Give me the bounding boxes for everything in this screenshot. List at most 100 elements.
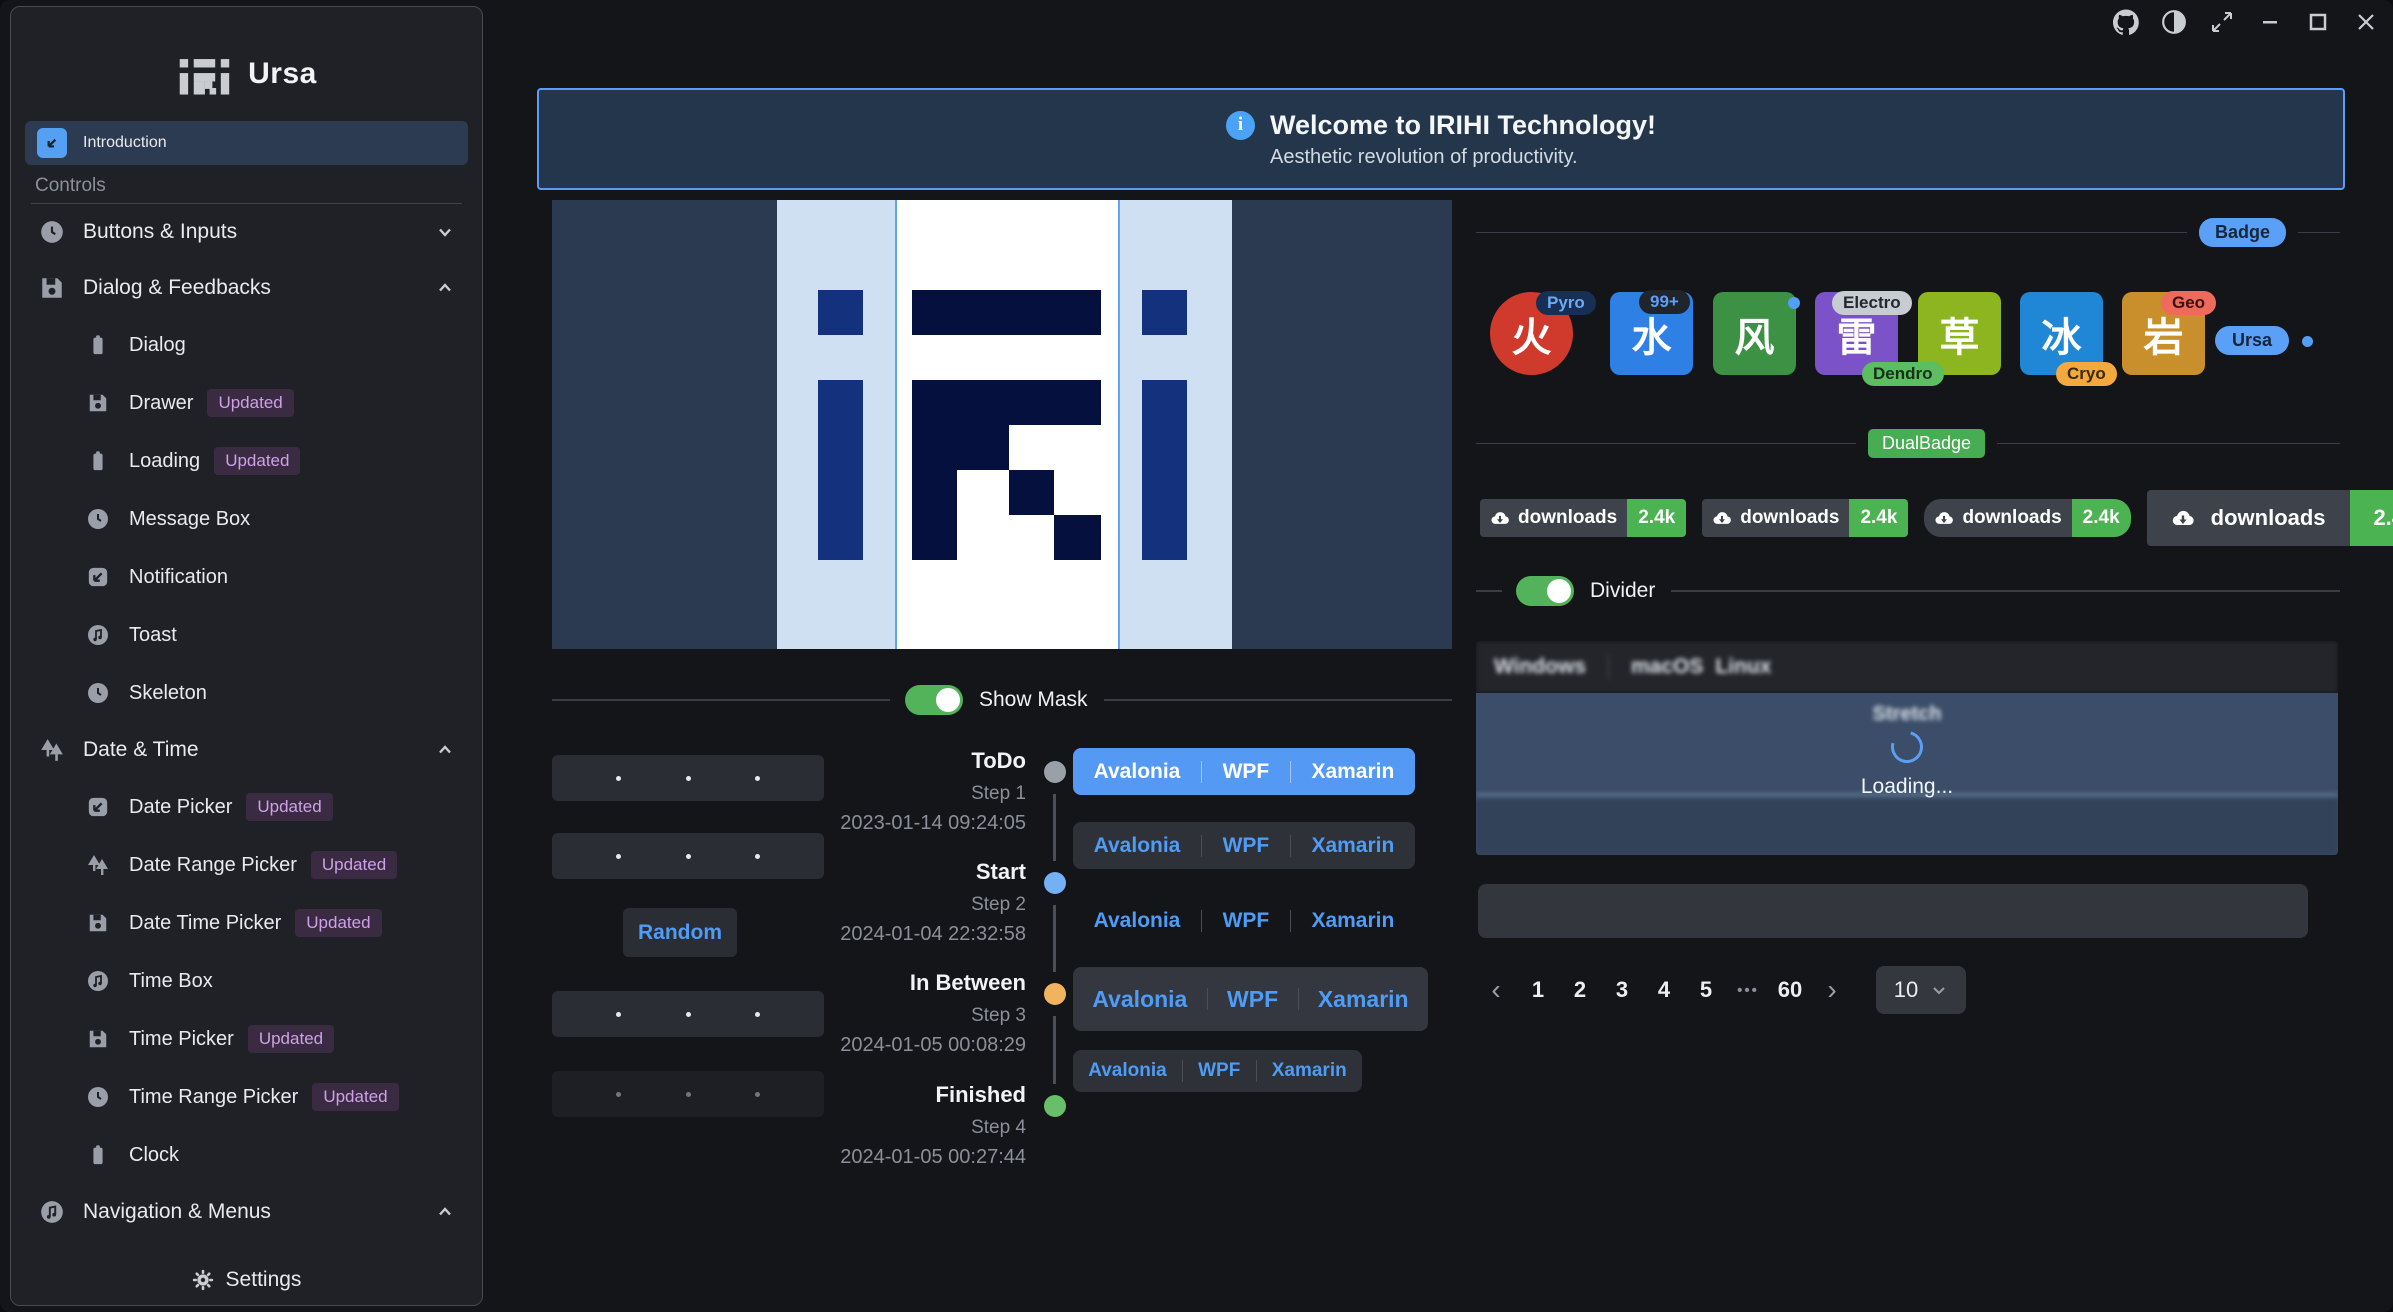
downloads-badge: downloads 2.4k [1480, 499, 1686, 537]
random-button[interactable]: Random [623, 908, 737, 957]
downloads-value: 2.4k [1627, 499, 1686, 537]
avalonia-button[interactable]: Avalonia [1092, 986, 1187, 1013]
time-picker-input[interactable] [552, 833, 824, 879]
loading-label: Loading... [1861, 775, 1953, 799]
time-picker-input[interactable] [552, 991, 824, 1037]
sidebar-item-time-picker[interactable]: Time Picker Updated [25, 1010, 468, 1068]
page-button-4[interactable]: 4 [1648, 977, 1680, 1003]
empty-input-box[interactable] [1478, 884, 2308, 938]
sidebar-item-toast[interactable]: Toast [25, 606, 468, 664]
overflow-count-badge: 99+ [1639, 290, 1690, 314]
page-button-1[interactable]: 1 [1522, 977, 1554, 1003]
time-picker-input[interactable] [552, 755, 824, 801]
settings-button[interactable]: Settings [11, 1255, 482, 1305]
avalonia-button[interactable]: Avalonia [1094, 909, 1181, 933]
sidebar-nav: Introduction Controls Buttons & Inputs [11, 121, 482, 1298]
show-mask-toggle[interactable] [905, 685, 963, 715]
arrow-square-icon [37, 128, 67, 158]
timeline-time: 2024-01-04 22:32:58 [836, 923, 1026, 946]
updated-badge: Updated [207, 389, 293, 417]
sidebar-group-navigation-menus[interactable]: Navigation & Menus [25, 1184, 468, 1240]
hero-separator-line [895, 200, 897, 649]
sidebar-item-clock[interactable]: Clock [25, 1126, 468, 1184]
page-button-3[interactable]: 3 [1606, 977, 1638, 1003]
sidebar-item-message-box[interactable]: Message Box [25, 490, 468, 548]
updated-badge: Updated [214, 447, 300, 475]
timeline-dot-todo [1044, 761, 1066, 783]
updated-badge: Updated [248, 1025, 334, 1053]
xamarin-button[interactable]: Xamarin [1311, 834, 1394, 858]
avalonia-button[interactable]: Avalonia [1094, 834, 1181, 858]
avalonia-button[interactable]: Avalonia [1094, 760, 1181, 784]
music-note-icon [83, 969, 113, 993]
divider-demo-row: Divider [1476, 576, 2340, 606]
downloads-label: downloads [1740, 507, 1839, 529]
theme-toggle-icon[interactable] [2160, 8, 2187, 35]
minimize-button[interactable] [2256, 8, 2283, 35]
sidebar-item-date-range-picker[interactable]: Date Range Picker Updated [25, 836, 468, 894]
xamarin-button[interactable]: Xamarin [1272, 1060, 1347, 1082]
info-icon: i [1226, 111, 1255, 140]
timeline-time: 2023-01-14 09:24:05 [836, 812, 1026, 835]
element-char: 风 [1735, 305, 1775, 363]
downloads-label: downloads [1518, 507, 1617, 529]
page-button-last[interactable]: 60 [1774, 977, 1806, 1003]
wpf-button[interactable]: WPF [1198, 1060, 1240, 1082]
close-button[interactable] [2352, 8, 2379, 35]
sidebar-item-introduction[interactable]: Introduction [25, 121, 468, 165]
sidebar-item-date-picker[interactable]: Date Picker Updated [25, 778, 468, 836]
xamarin-button[interactable]: Xamarin [1311, 909, 1394, 933]
prev-page-button[interactable]: ‹ [1480, 980, 1512, 1000]
chevron-up-icon [434, 277, 456, 299]
xamarin-button[interactable]: Xamarin [1311, 760, 1394, 784]
downloads-label: downloads [1962, 507, 2061, 529]
sidebar-item-time-range-picker[interactable]: Time Range Picker Updated [25, 1068, 468, 1126]
github-icon[interactable] [2112, 8, 2139, 35]
loading-overlay: Loading... [1476, 693, 2338, 855]
wpf-button[interactable]: WPF [1227, 986, 1278, 1013]
downloads-value: 2.4k [2072, 499, 2131, 537]
sidebar-item-date-time-picker[interactable]: Date Time Picker Updated [25, 894, 468, 952]
page-size-select[interactable]: 10 [1876, 966, 1966, 1014]
fullscreen-icon[interactable] [2208, 8, 2235, 35]
avalonia-button[interactable]: Avalonia [1088, 1060, 1167, 1082]
next-page-button[interactable]: › [1816, 980, 1848, 1000]
downloads-badge-large: downloads 2.4k [2147, 490, 2393, 546]
battery-icon [83, 450, 113, 472]
sidebar-item-drawer[interactable]: Drawer Updated [25, 374, 468, 432]
updated-badge: Updated [312, 1083, 398, 1111]
timeline-entry: Start Step 2 2024-01-04 22:32:58 [836, 859, 1026, 946]
cloud-download-icon [1490, 508, 1510, 528]
cloud-download-icon [1712, 508, 1732, 528]
sidebar-group-dialog-feedbacks[interactable]: Dialog & Feedbacks [25, 260, 468, 316]
wpf-button[interactable]: WPF [1223, 760, 1270, 784]
downloads-badge-rounded: downloads 2.4k [1924, 499, 2130, 537]
pyro-badge: Pyro [1536, 291, 1596, 315]
tab-linux[interactable]: Linux [1709, 655, 1777, 679]
banner-subtitle: Aesthetic revolution of productivity. [1270, 146, 1656, 169]
sidebar-item-time-box[interactable]: Time Box [25, 952, 468, 1010]
wpf-button[interactable]: WPF [1223, 909, 1270, 933]
sidebar-item-loading[interactable]: Loading Updated [25, 432, 468, 490]
sidebar-item-notification[interactable]: Notification [25, 548, 468, 606]
sidebar-item-skeleton[interactable]: Skeleton [25, 664, 468, 722]
tab-macos[interactable]: macOS [1625, 655, 1709, 679]
sidebar-group-date-time[interactable]: Date & Time [25, 722, 468, 778]
divider-toggle[interactable] [1516, 576, 1574, 606]
sidebar-item-dialog[interactable]: Dialog [25, 316, 468, 374]
arrow-square-icon [83, 566, 113, 588]
badge-section-divider: Badge [1476, 218, 2340, 246]
xamarin-button[interactable]: Xamarin [1318, 986, 1409, 1013]
timeline-entry: Finished Step 4 2024-01-05 00:27:44 [836, 1082, 1026, 1169]
page-size-value: 10 [1894, 977, 1918, 1003]
page-button-2[interactable]: 2 [1564, 977, 1596, 1003]
maximize-button[interactable] [2304, 8, 2331, 35]
timeline-step: Step 2 [836, 894, 1026, 916]
wpf-button[interactable]: WPF [1223, 834, 1270, 858]
page-button-5[interactable]: 5 [1690, 977, 1722, 1003]
sidebar-group-buttons-inputs[interactable]: Buttons & Inputs [25, 204, 468, 260]
timeline-time: 2024-01-05 00:27:44 [836, 1146, 1026, 1169]
app-title: Ursa [248, 57, 317, 91]
arrow-square-icon [83, 796, 113, 818]
tab-windows[interactable]: Windows [1488, 655, 1592, 679]
